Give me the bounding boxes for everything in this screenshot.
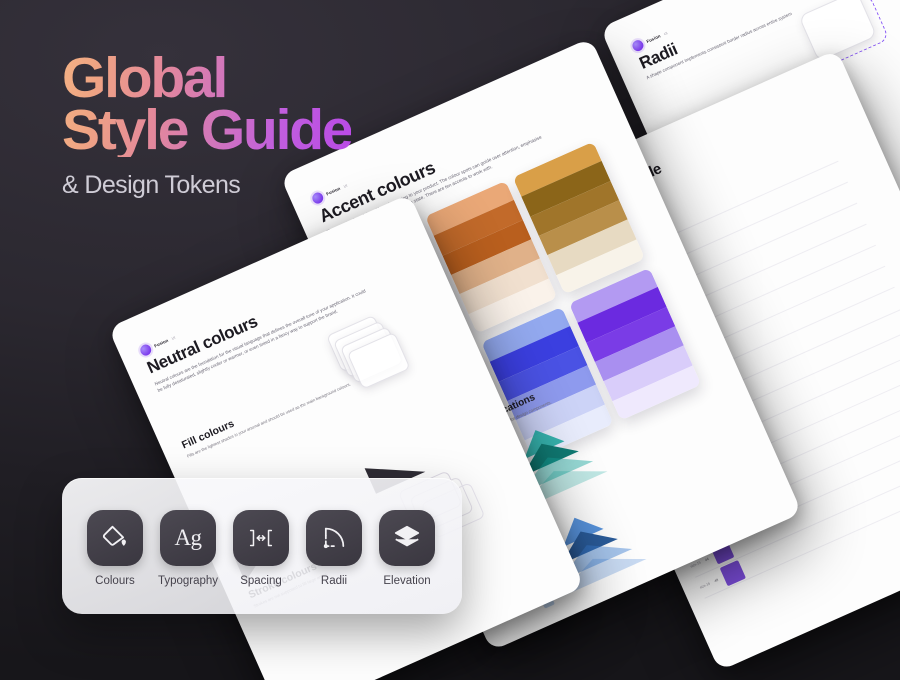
dock-label: Spacing [240,575,282,587]
fusion-logo-icon [138,342,153,358]
dock-item-typography[interactable]: Ag Typography [157,510,219,587]
brand-name: Fusion [645,33,662,45]
spacing-arrows-icon [233,510,289,566]
brand-suffix: UI [170,335,176,341]
dock-label: Typography [157,575,219,587]
corner-radius-icon [306,510,362,566]
dock-item-spacing[interactable]: Spacing [230,510,292,587]
dock-item-colours[interactable]: Colours [84,510,146,587]
ag-letters-icon: Ag [160,510,216,566]
layers-icon [379,510,435,566]
fusion-logo-icon [630,38,646,53]
dock-label: Elevation [383,575,431,587]
dock-item-elevation[interactable]: Elevation [376,510,438,587]
paint-bucket-icon [87,510,143,566]
title-line-2: Style Guide [62,98,352,163]
poster-canvas: Fusion UI Radii A shape component implem… [0,0,900,680]
brand-suffix: UI [663,30,669,36]
hero-block: Global Style Guide & Design Tokens [62,52,351,200]
sizing-scale-bar [719,559,747,587]
dock-label: Colours [95,575,135,587]
sizing-scale-label: size-16 [699,581,711,590]
page-title: Global Style Guide [62,52,351,157]
brand-name: Fusion [153,337,170,349]
token-category-dock: Colours Ag Typography Spacing Radii Elev… [62,478,462,614]
dock-label: Radii [320,575,348,587]
ag-glyph: Ag [174,525,202,550]
dock-item-radii[interactable]: Radii [303,510,365,587]
page-subtitle: & Design Tokens [62,170,241,199]
